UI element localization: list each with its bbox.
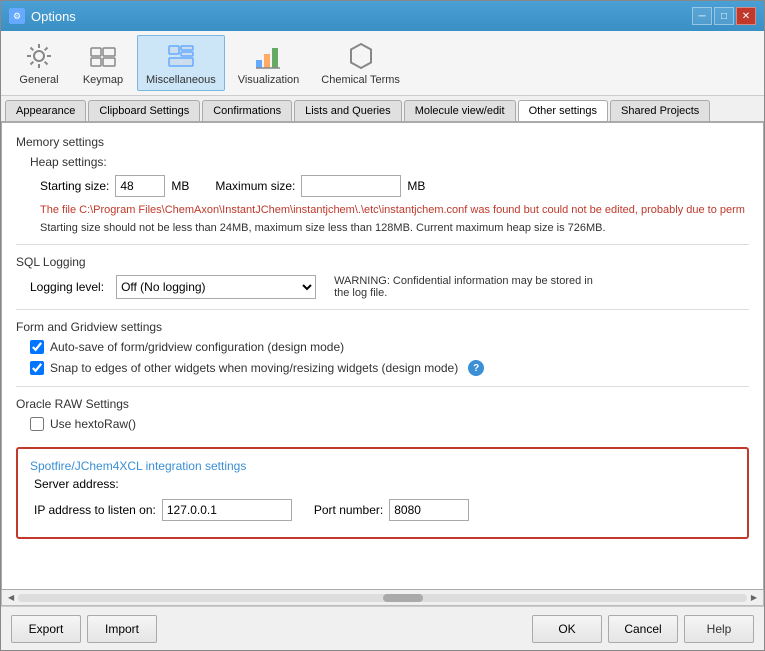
window-title: Options xyxy=(31,9,76,24)
warning-box: WARNING: Confidential information may be… xyxy=(334,275,594,299)
hextoraw-row: Use hextoRaw() xyxy=(30,417,749,431)
port-label: Port number: xyxy=(314,503,383,517)
maximum-size-input[interactable] xyxy=(301,175,401,197)
window-icon: ⚙ xyxy=(9,8,25,24)
keymap-icon xyxy=(87,40,119,72)
hextoraw-checkbox[interactable] xyxy=(30,417,44,431)
heap-row: Starting size: MB Maximum size: MB xyxy=(30,175,749,197)
maximize-button[interactable]: □ xyxy=(714,7,734,25)
options-window: ⚙ Options ─ □ ✕ General xyxy=(0,0,765,651)
server-settings-row: IP address to listen on: Port number: xyxy=(30,499,735,521)
snap-edges-row: Snap to edges of other widgets when movi… xyxy=(30,360,749,376)
logging-level-select[interactable]: Off (No logging) Low Medium High xyxy=(116,275,316,299)
toolbar-miscellaneous[interactable]: Miscellaneous xyxy=(137,35,225,91)
toolbar-keymap-label: Keymap xyxy=(83,74,123,86)
memory-settings-title: Memory settings xyxy=(16,135,749,149)
hextoraw-label: Use hextoRaw() xyxy=(50,417,136,431)
tab-molecule-view-edit[interactable]: Molecule view/edit xyxy=(404,100,516,121)
error-message: The file C:\Program Files\ChemAxon\Insta… xyxy=(30,203,749,218)
chemical-terms-icon xyxy=(345,40,377,72)
minimize-button[interactable]: ─ xyxy=(692,7,712,25)
help-icon[interactable]: ? xyxy=(468,360,484,376)
memory-settings-section: Memory settings Heap settings: Starting … xyxy=(16,135,749,234)
spotfire-title: Spotfire/JChem4XCL integration settings xyxy=(30,459,735,473)
tab-bar: Appearance Clipboard Settings Confirmati… xyxy=(1,96,764,122)
toolbar-chemical-terms[interactable]: Chemical Terms xyxy=(312,35,409,91)
tab-clipboard-settings[interactable]: Clipboard Settings xyxy=(88,100,200,121)
spotfire-section: Spotfire/JChem4XCL integration settings … xyxy=(16,447,749,539)
ok-button[interactable]: OK xyxy=(532,615,602,643)
snap-edges-label: Snap to edges of other widgets when movi… xyxy=(50,361,458,375)
visualization-icon xyxy=(252,40,284,72)
form-gridview-section: Form and Gridview settings Auto-save of … xyxy=(16,320,749,376)
toolbar-chemical-terms-label: Chemical Terms xyxy=(321,74,400,86)
logging-level-label: Logging level: xyxy=(30,280,104,294)
miscellaneous-icon xyxy=(165,40,197,72)
close-button[interactable]: ✕ xyxy=(736,7,756,25)
server-address-label: Server address: xyxy=(34,477,119,491)
toolbar-visualization[interactable]: Visualization xyxy=(229,35,309,91)
export-button[interactable]: Export xyxy=(11,615,81,643)
autosave-label: Auto-save of form/gridview configuration… xyxy=(50,340,344,354)
help-button[interactable]: Help xyxy=(684,615,754,643)
maximum-size-label: Maximum size: xyxy=(215,179,295,193)
mb2-label: MB xyxy=(407,179,425,193)
toolbar-general-label: General xyxy=(19,74,58,86)
tab-other-settings[interactable]: Other settings xyxy=(518,100,608,122)
scroll-thumb[interactable] xyxy=(383,594,423,602)
import-button[interactable]: Import xyxy=(87,615,157,643)
oracle-raw-section: Oracle RAW Settings Use hextoRaw() xyxy=(16,397,749,431)
form-gridview-title: Form and Gridview settings xyxy=(16,320,749,334)
footer-right: OK Cancel Help xyxy=(532,615,754,643)
toolbar-general[interactable]: General xyxy=(9,35,69,91)
content-panel: Memory settings Heap settings: Starting … xyxy=(1,122,764,590)
port-input[interactable] xyxy=(389,499,469,521)
horizontal-scrollbar[interactable]: ◀ ▶ xyxy=(1,590,764,606)
toolbar: General Keymap M xyxy=(1,31,764,96)
tab-lists-and-queries[interactable]: Lists and Queries xyxy=(294,100,402,121)
toolbar-keymap[interactable]: Keymap xyxy=(73,35,133,91)
cancel-button[interactable]: Cancel xyxy=(608,615,678,643)
footer-left: Export Import xyxy=(11,615,532,643)
title-bar: ⚙ Options ─ □ ✕ xyxy=(1,1,764,31)
info-message: Starting size should not be less than 24… xyxy=(30,222,749,234)
window-controls: ─ □ ✕ xyxy=(692,7,756,25)
mb1-label: MB xyxy=(171,179,189,193)
scroll-right-arrow[interactable]: ▶ xyxy=(747,593,761,602)
sql-logging-title: SQL Logging xyxy=(16,255,749,269)
logging-level-row: Logging level: Off (No logging) Low Medi… xyxy=(30,275,749,299)
toolbar-visualization-label: Visualization xyxy=(238,74,300,86)
sql-logging-section: SQL Logging Logging level: Off (No loggi… xyxy=(16,255,749,299)
title-bar-left: ⚙ Options xyxy=(9,8,76,24)
toolbar-miscellaneous-label: Miscellaneous xyxy=(146,74,216,86)
heap-settings-label: Heap settings: xyxy=(30,155,749,169)
starting-size-input[interactable] xyxy=(115,175,165,197)
general-icon xyxy=(23,40,55,72)
footer: Export Import OK Cancel Help xyxy=(1,606,764,650)
tab-shared-projects[interactable]: Shared Projects xyxy=(610,100,710,121)
starting-size-label: Starting size: xyxy=(40,179,109,193)
tab-appearance[interactable]: Appearance xyxy=(5,100,86,121)
scroll-left-arrow[interactable]: ◀ xyxy=(4,593,18,602)
scroll-track[interactable] xyxy=(18,594,747,602)
oracle-raw-title: Oracle RAW Settings xyxy=(16,397,749,411)
warning-text: WARNING: Confidential information may be… xyxy=(334,275,594,299)
autosave-checkbox[interactable] xyxy=(30,340,44,354)
ip-label: IP address to listen on: xyxy=(34,503,156,517)
snap-edges-checkbox[interactable] xyxy=(30,361,44,375)
ip-input[interactable] xyxy=(162,499,292,521)
tab-confirmations[interactable]: Confirmations xyxy=(202,100,292,121)
autosave-row: Auto-save of form/gridview configuration… xyxy=(30,340,749,354)
